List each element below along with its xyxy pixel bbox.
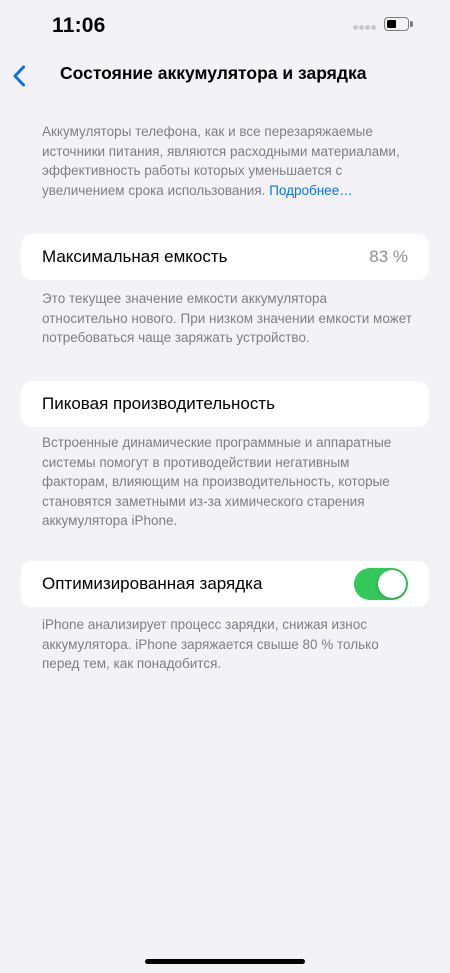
- toggle-knob: [378, 570, 406, 598]
- optimized-charging-label: Оптимизированная зарядка: [42, 574, 263, 593]
- page-title: Состояние аккумулятора и зарядка: [60, 63, 367, 83]
- battery-low-icon: [384, 17, 414, 33]
- learn-more-link[interactable]: Подробнее…: [269, 183, 353, 198]
- intro-text: Аккумуляторы телефона, как и все перезар…: [42, 122, 412, 200]
- optimized-charging-row: Оптимизированная зарядка: [21, 561, 429, 607]
- optimized-charging-toggle[interactable]: [354, 568, 408, 600]
- peak-performance-footnote: Встроенные динамические программные и ап…: [42, 435, 392, 528]
- status-time: 11:06: [52, 14, 106, 37]
- max-capacity-footnote: Это текущее значение емкости аккумулятор…: [42, 291, 412, 345]
- optimized-charging-footnote: iPhone анализирует процесс зарядки, сниж…: [42, 617, 379, 671]
- peak-performance-label: Пиковая производительность: [42, 394, 276, 413]
- max-capacity-value: 83 %: [369, 247, 408, 266]
- home-indicator[interactable]: [145, 959, 305, 964]
- signal-dots-icon: [353, 25, 377, 31]
- navigation-bar: Состояние аккумулятора и зарядка: [0, 54, 450, 98]
- back-button[interactable]: [6, 56, 40, 96]
- status-bar: 11:06: [0, 0, 450, 54]
- max-capacity-label: Максимальная емкость: [42, 247, 228, 266]
- peak-performance-row: Пиковая производительность: [21, 381, 429, 427]
- chevron-left-icon: [13, 65, 25, 87]
- max-capacity-row: Максимальная емкость 83 %: [21, 234, 429, 280]
